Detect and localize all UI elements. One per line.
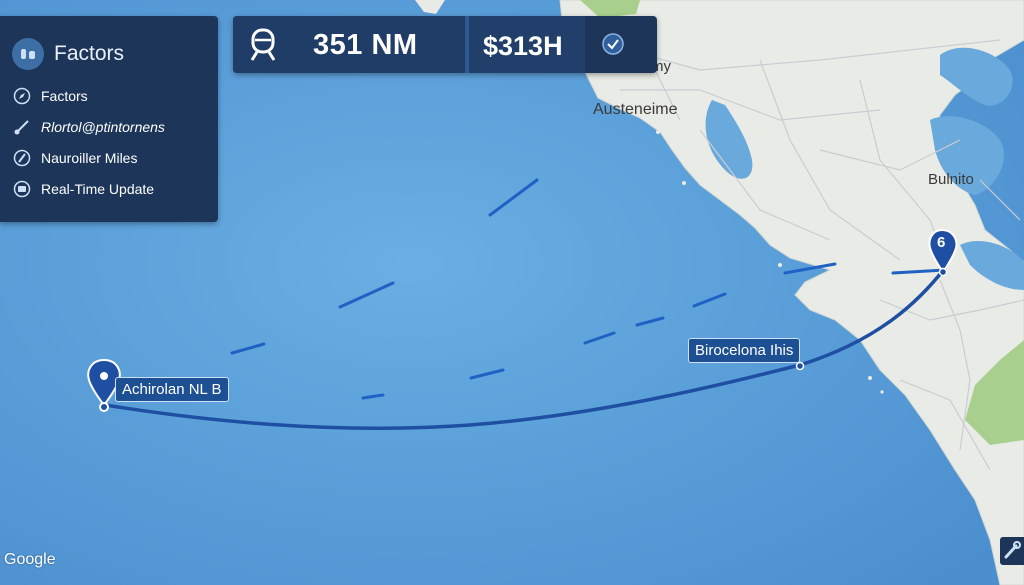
menu-item-label: Real-Time Update xyxy=(41,181,155,197)
destination-pin-label: 6 xyxy=(937,234,946,251)
menu-item-real-time-update[interactable]: Real-Time Update xyxy=(12,179,154,199)
factors-panel: Factors Factors Rlortol@ptintornens Naur… xyxy=(0,16,218,222)
place-label: Austeneime xyxy=(593,101,678,118)
navigation-icon xyxy=(12,148,32,168)
menu-item-route-options[interactable]: Rlortol@ptintornens xyxy=(12,117,165,137)
menu-item-label: Nauroiller Miles xyxy=(41,150,138,166)
waypoint-label[interactable]: Birocelona Ihis xyxy=(688,338,801,363)
menu-item-label: Factors xyxy=(41,88,88,104)
panel-title: Factors xyxy=(54,42,125,65)
cost-value: $313H xyxy=(483,31,563,61)
map-attribution: Google xyxy=(4,551,56,568)
origin-label[interactable]: Achirolan NL B xyxy=(115,377,229,402)
distance-value: 351 NM xyxy=(313,29,418,61)
waypoint-marker-icon[interactable] xyxy=(795,361,805,371)
route-icon xyxy=(12,117,32,137)
route-summary-bar: 351 NM $313H xyxy=(233,16,657,73)
train-icon xyxy=(250,28,276,61)
refresh-icon xyxy=(12,179,32,199)
wrench-icon xyxy=(1004,541,1021,559)
sliders-icon xyxy=(12,38,44,70)
segment-divider xyxy=(465,16,469,73)
shield-check-icon[interactable] xyxy=(601,32,625,56)
menu-item-label: Rlortol@ptintornens xyxy=(41,119,165,135)
menu-item-nautical-miles[interactable]: Nauroiller Miles xyxy=(12,148,137,168)
place-label: Bulnito xyxy=(928,171,974,188)
panel-header: Factors xyxy=(12,38,124,70)
menu-item-factors[interactable]: Factors xyxy=(12,86,88,106)
compass-icon xyxy=(12,86,32,106)
map-tools-button[interactable] xyxy=(1000,537,1024,565)
